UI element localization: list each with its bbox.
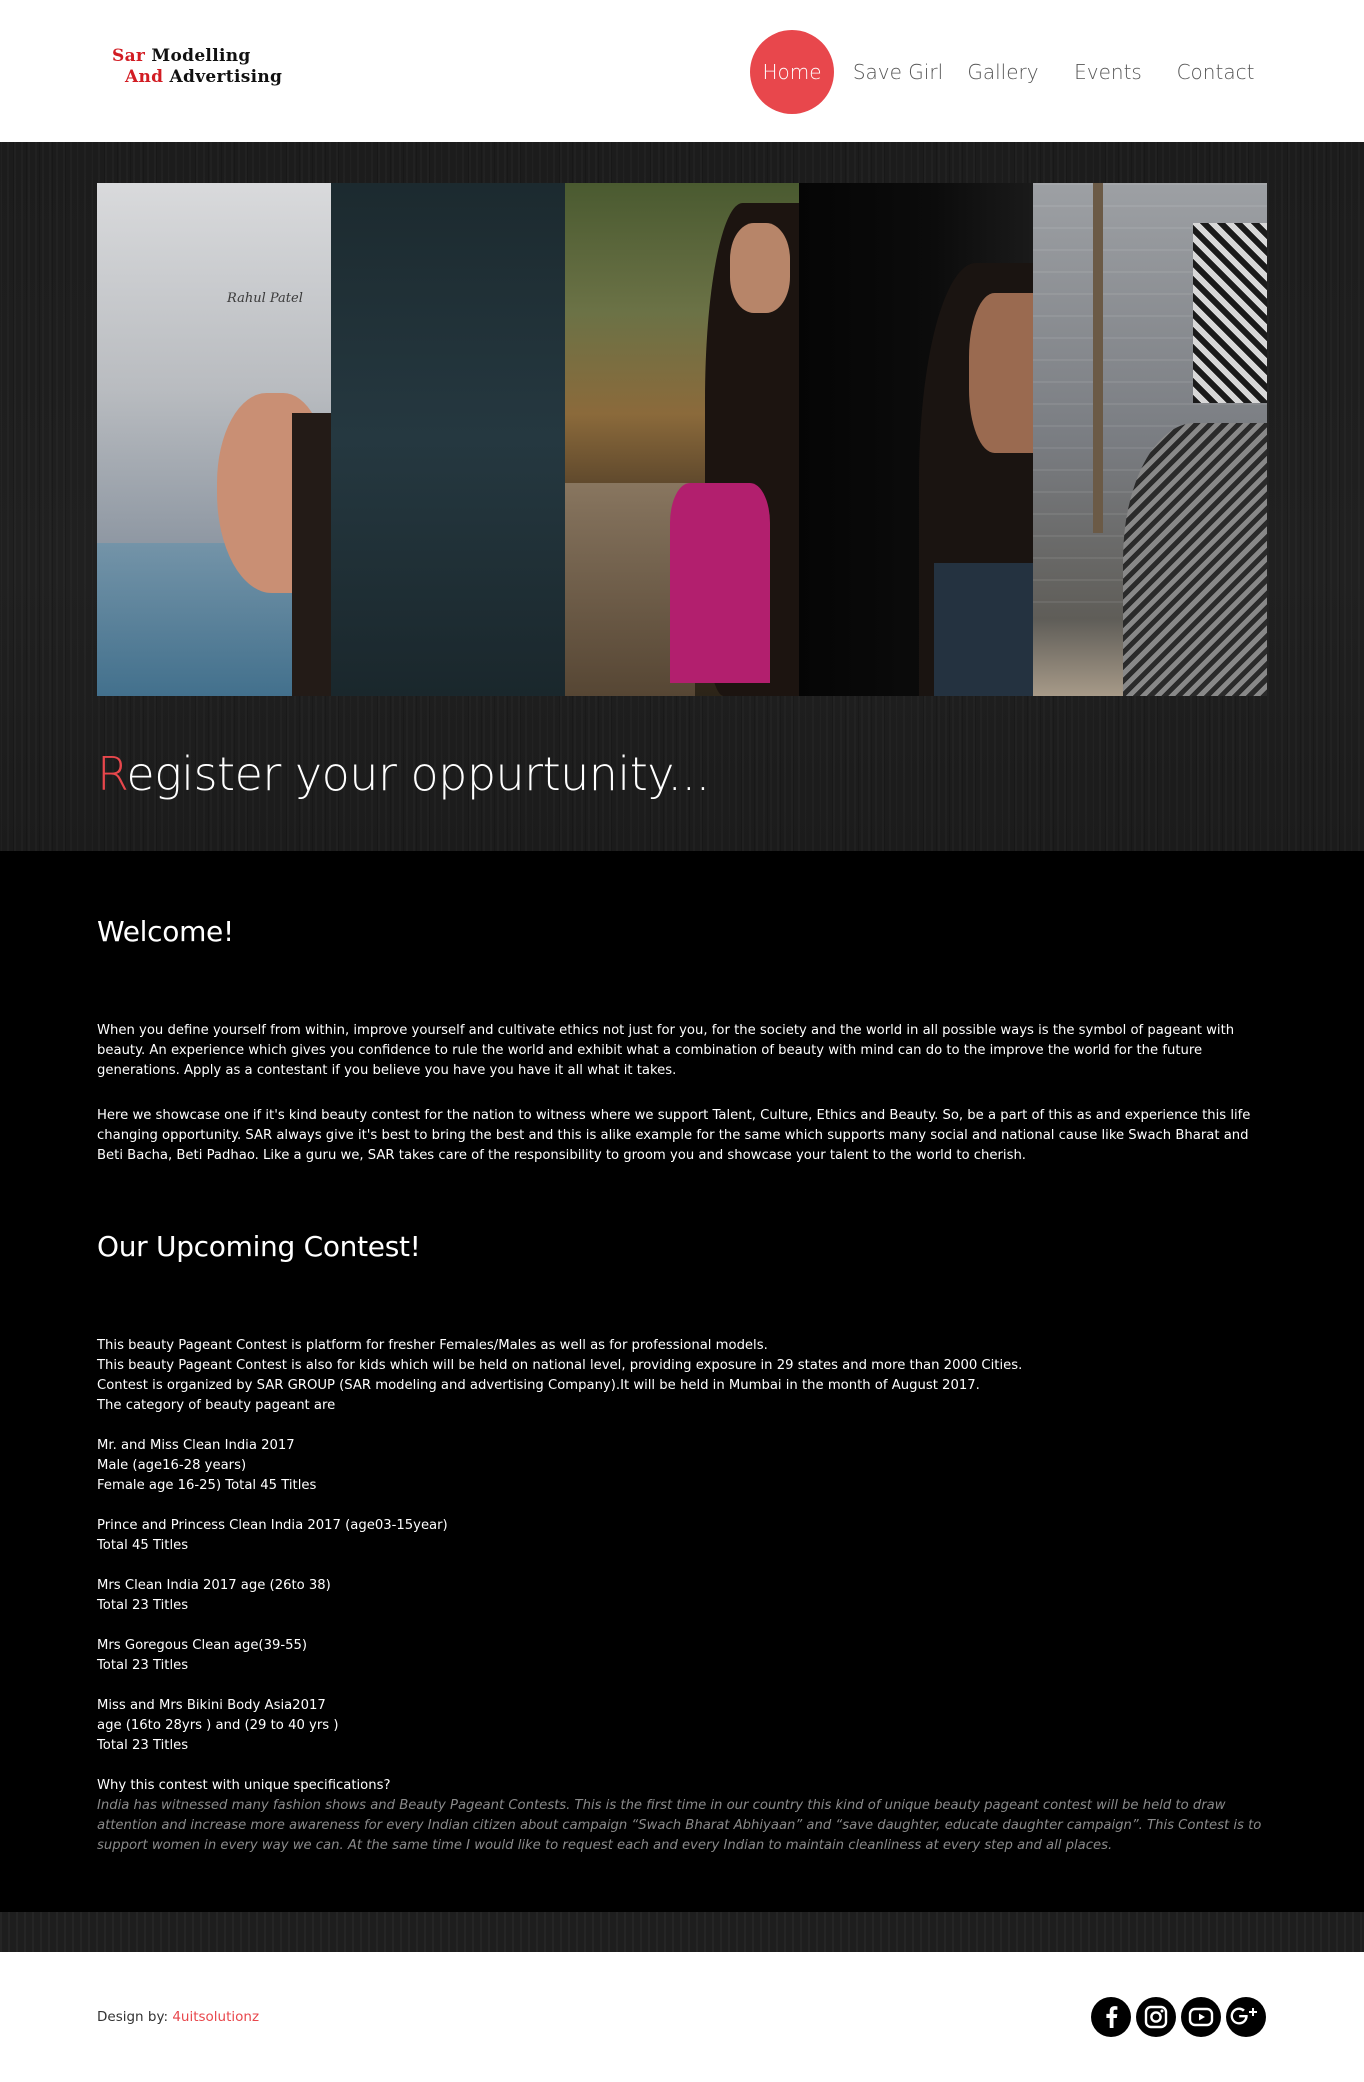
photographer-watermark: Rahul Patel: [227, 291, 303, 306]
photo-4-face: [969, 293, 1033, 453]
hero-title-accent: R: [97, 747, 127, 801]
category-line: age (16to 28yrs ) and (29 to 40 yrs ): [97, 1718, 339, 1733]
category-line: Total 23 Titles: [97, 1658, 189, 1673]
contest-intro-line: This beauty Pageant Contest is platform …: [97, 1338, 768, 1353]
why-heading: Why this contest with unique specificati…: [97, 1776, 1267, 1796]
photo-3-face: [730, 223, 790, 313]
category-line: Mrs Clean India 2017 age (26to 38): [97, 1578, 331, 1593]
welcome-heading: Welcome!: [97, 915, 234, 948]
category-line: Prince and Princess Clean India 2017 (ag…: [97, 1518, 448, 1533]
design-credit: Design by: 4uitsolutionz: [97, 2009, 259, 2025]
category-mrs-clean-india: Mrs Clean India 2017 age (26to 38) Total…: [97, 1576, 1267, 1616]
why-heading-text: Why this contest with unique specificati…: [97, 1778, 391, 1793]
hero-title-rest: egister your oppurtunity...: [126, 747, 710, 801]
credit-prefix: Design by:: [97, 2009, 173, 2025]
hero-title: Register your oppurtunity...: [97, 747, 710, 801]
category-line: Total 45 Titles: [97, 1538, 189, 1553]
gallery-photo-5[interactable]: [1033, 183, 1267, 696]
category-bikini-body-asia: Miss and Mrs Bikini Body Asia2017 age (1…: [97, 1696, 1267, 1756]
nav-contact[interactable]: Contact: [1173, 30, 1258, 114]
contest-intro-line: Contest is organized by SAR GROUP (SAR m…: [97, 1378, 980, 1393]
contest-heading: Our Upcoming Contest!: [97, 1230, 421, 1263]
category-line: Female age 16-25) Total 45 Titles: [97, 1478, 317, 1493]
nav-events[interactable]: Events: [1068, 30, 1148, 114]
category-line: Mr. and Miss Clean India 2017: [97, 1438, 295, 1453]
photo-5-top: [1193, 223, 1267, 403]
main-nav: Home Save Girl Gallery Events Contact: [0, 0, 1364, 142]
contest-intro: This beauty Pageant Contest is platform …: [97, 1336, 1267, 1416]
welcome-paragraph-1: When you define yourself from within, im…: [97, 1023, 1235, 1078]
category-prince-princess: Prince and Princess Clean India 2017 (ag…: [97, 1516, 1267, 1556]
category-mrs-goregous: Mrs Goregous Clean age(39-55) Total 23 T…: [97, 1636, 1267, 1676]
category-line: Mrs Goregous Clean age(39-55): [97, 1638, 308, 1653]
photo-5-pole: [1093, 183, 1103, 533]
welcome-paragraph-2: Here we showcase one if it's kind beauty…: [97, 1108, 1251, 1163]
google-plus-icon[interactable]: [1226, 1997, 1266, 2037]
credit-link[interactable]: 4uitsolutionz: [172, 2009, 259, 2025]
site-header: Sar Modelling And Advertising Home Save …: [0, 0, 1364, 142]
footer-divider-band: [0, 1912, 1364, 1952]
youtube-icon[interactable]: [1181, 1997, 1221, 2037]
gallery-photo-1[interactable]: Rahul Patel: [97, 183, 331, 696]
photo-3-outfit: [670, 483, 770, 683]
site-footer: Design by: 4uitsolutionz: [0, 1952, 1364, 2082]
photo-4-jacket: [934, 563, 1033, 696]
category-line: Male (age16-28 years): [97, 1458, 247, 1473]
facebook-icon[interactable]: [1091, 1997, 1131, 2037]
nav-gallery[interactable]: Gallery: [963, 30, 1043, 114]
photo-5-saree: [1123, 423, 1267, 696]
gallery-photo-2[interactable]: [331, 183, 565, 696]
nav-home[interactable]: Home: [750, 30, 834, 114]
contest-intro-line: This beauty Pageant Contest is also for …: [97, 1358, 1023, 1373]
category-line: Total 23 Titles: [97, 1738, 189, 1753]
gallery-photo-3[interactable]: [565, 183, 799, 696]
photo-1-hair: [292, 413, 331, 696]
hero-section: Rahul Patel Register your oppurtunity...: [0, 142, 1364, 851]
why-text: India has witnessed many fashion shows a…: [97, 1798, 1262, 1853]
category-line: Total 23 Titles: [97, 1598, 189, 1613]
category-mr-miss-clean-india: Mr. and Miss Clean India 2017 Male (age1…: [97, 1436, 1267, 1496]
instagram-icon[interactable]: [1136, 1997, 1176, 2037]
photo-gallery: Rahul Patel: [97, 183, 1267, 696]
nav-save-girl[interactable]: Save Girl: [848, 30, 948, 114]
category-line: Miss and Mrs Bikini Body Asia2017: [97, 1698, 326, 1713]
gallery-photo-4[interactable]: [799, 183, 1033, 696]
contest-intro-line: The category of beauty pageant are: [97, 1398, 336, 1413]
main-content: Welcome! When you define yourself from w…: [0, 851, 1364, 1912]
